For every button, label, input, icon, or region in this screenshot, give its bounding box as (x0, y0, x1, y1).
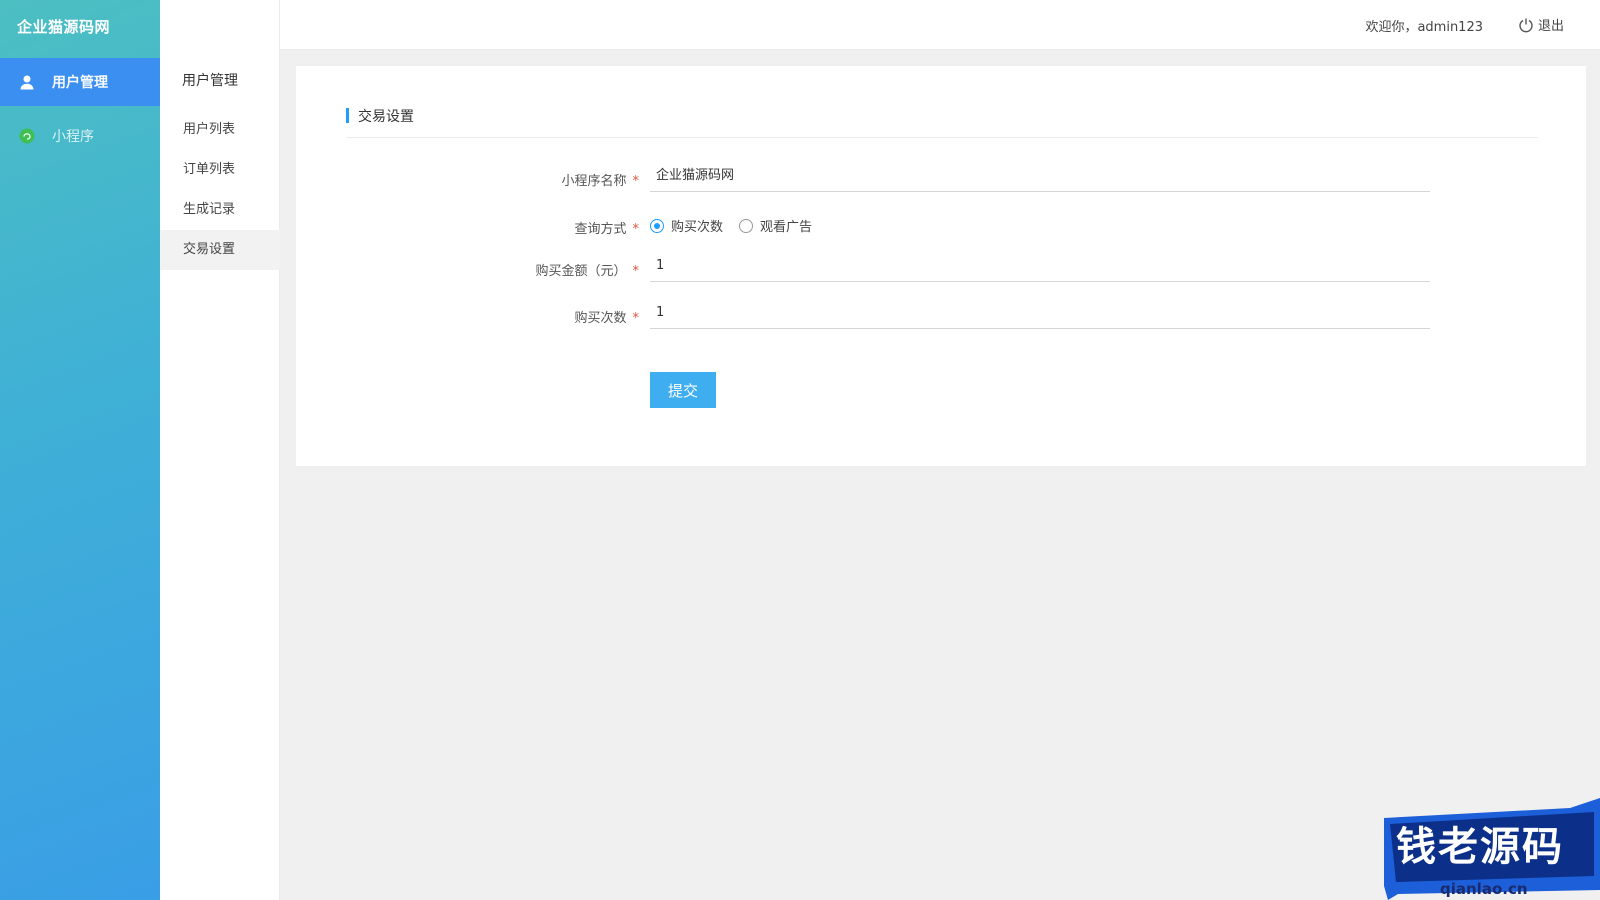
required-mark: * (632, 311, 640, 326)
subnav-item-order-list[interactable]: 订单列表 (160, 150, 280, 190)
subnav-item-user-list[interactable]: 用户列表 (160, 110, 280, 150)
radio-buy-count[interactable]: 购买次数 (650, 216, 723, 235)
brand-logo[interactable]: 企业猫源码网 (0, 0, 160, 54)
page-title: 交易设置 (358, 109, 414, 125)
logout-button[interactable]: 退出 (1518, 15, 1564, 34)
logout-label: 退出 (1537, 19, 1564, 34)
field-label: 购买金额（元） * (439, 260, 639, 279)
welcome-text: 欢迎你，admin123 (1365, 20, 1483, 35)
user-icon (18, 73, 36, 91)
title-accent-bar (346, 108, 349, 123)
form-row-amount: 购买金额（元） * 1 (296, 250, 1586, 290)
watermark-text: 钱老源码 (1396, 824, 1564, 870)
power-icon (1519, 18, 1533, 32)
sub-nav-list: 用户列表 订单列表 生成记录 交易设置 (160, 110, 280, 270)
field-label: 购买次数 * (439, 307, 639, 326)
radio-dot (739, 218, 754, 233)
sub-sidebar: 用户管理 用户列表 订单列表 生成记录 交易设置 (160, 0, 280, 900)
top-bar: 欢迎你，admin123 退出 (160, 0, 1600, 50)
amount-input[interactable]: 1 (650, 250, 1430, 282)
form-row-count: 购买次数 * 1 (296, 297, 1586, 337)
main-sidebar: 企业猫源码网 用户管理 小程序 (0, 0, 160, 900)
count-input[interactable]: 1 (650, 297, 1430, 329)
watermark-url: qianlao.cn (1440, 880, 1528, 898)
settings-card: 交易设置 小程序名称 * 企业猫源码网 查询方式 * 购买次数 观看广告 购买金额（… (296, 66, 1586, 466)
sub-sidebar-title: 用户管理 (182, 73, 238, 89)
submit-button[interactable]: 提交 (650, 372, 716, 408)
query-mode-radio-group: 购买次数 观看广告 (650, 216, 828, 235)
subnav-item-generate-log[interactable]: 生成记录 (160, 190, 280, 230)
radio-dot (650, 218, 664, 233)
subnav-item-trade-settings[interactable]: 交易设置 (160, 230, 280, 270)
field-label-text: 小程序名称 (561, 174, 627, 189)
sidebar-item-label: 用户管理 (52, 75, 108, 91)
required-mark: * (632, 174, 640, 189)
watermark-logo: 钱老源码 qianlao.cn (1370, 790, 1600, 900)
sidebar-item-user-management[interactable]: 用户管理 (0, 58, 160, 106)
sidebar-item-miniprogram[interactable]: 小程序 (0, 112, 160, 160)
miniprogram-name-input[interactable]: 企业猫源码网 (650, 160, 1430, 192)
required-mark: * (632, 264, 640, 279)
sidebar-item-label: 小程序 (52, 129, 94, 145)
field-label-text: 购买次数 (574, 311, 627, 326)
required-mark: * (632, 222, 640, 237)
radio-watch-ad[interactable]: 观看广告 (739, 216, 812, 235)
radio-label: 购买次数 (671, 220, 724, 235)
field-label: 小程序名称 * (439, 170, 639, 189)
miniprogram-icon (18, 127, 36, 145)
form-row-name: 小程序名称 * 企业猫源码网 (296, 160, 1586, 200)
card-header: 交易设置 (346, 102, 1538, 138)
radio-label: 观看广告 (760, 220, 813, 235)
form-row-query-mode: 查询方式 * 购买次数 观看广告 (296, 212, 1586, 252)
field-label-text: 购买金额（元） (535, 264, 627, 279)
field-label: 查询方式 * (439, 218, 639, 237)
field-label-text: 查询方式 (574, 222, 627, 237)
